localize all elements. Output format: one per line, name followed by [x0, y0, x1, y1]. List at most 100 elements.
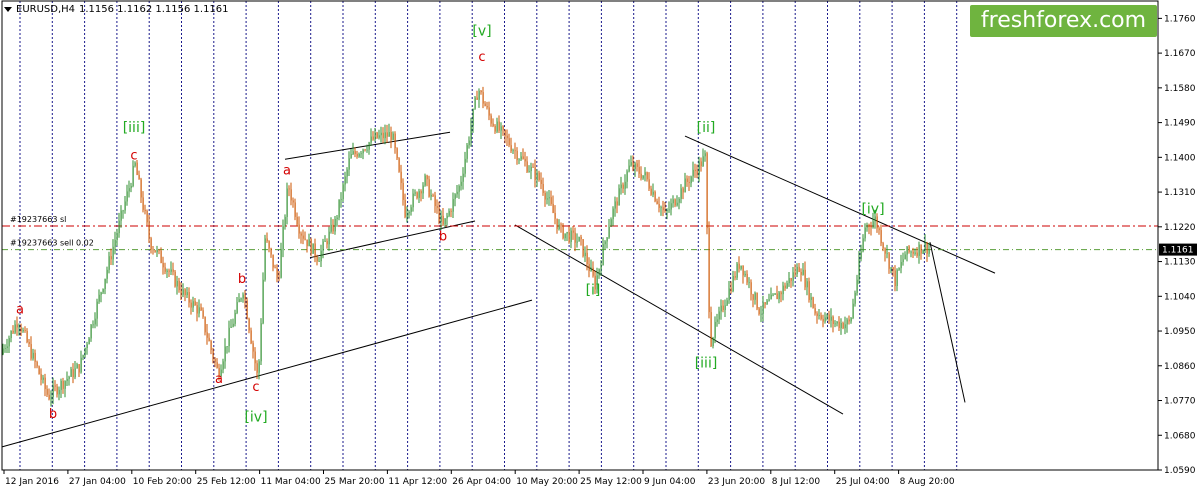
- candle-body: [22, 330, 24, 332]
- candle-body: [630, 162, 632, 166]
- candle-body: [926, 242, 928, 254]
- wave-label-green: [iii]: [695, 356, 718, 372]
- candle-body: [152, 249, 154, 251]
- candle-body: [2, 348, 4, 355]
- candle-body: [58, 389, 60, 395]
- y-tick-label: 1.1490: [1164, 119, 1196, 129]
- candle-body: [116, 233, 118, 240]
- dropdown-triangle-icon[interactable]: [4, 7, 12, 12]
- candle-body: [106, 269, 108, 279]
- candle-body: [480, 90, 482, 93]
- candle-body: [254, 351, 256, 364]
- candle-body: [42, 377, 44, 380]
- candle-body: [388, 132, 390, 137]
- candle-body: [684, 178, 686, 193]
- candle-body: [418, 191, 420, 198]
- candle-body: [118, 220, 120, 234]
- candle-body: [436, 206, 438, 208]
- candle-body: [130, 185, 132, 189]
- candle-body: [706, 153, 708, 229]
- candle-body: [744, 273, 746, 276]
- x-tick-label: 10 Feb 20:00: [133, 477, 192, 487]
- trend-line: [514, 224, 844, 415]
- candle-body: [464, 158, 466, 174]
- candle-body: [176, 280, 178, 287]
- candle-body: [302, 235, 304, 239]
- candle-body: [296, 216, 298, 225]
- candle-body: [80, 357, 82, 373]
- candle-body: [330, 224, 332, 232]
- candle-body: [104, 278, 106, 289]
- candle-body: [702, 156, 704, 167]
- candle-body: [502, 126, 504, 130]
- candle-body: [256, 363, 258, 373]
- candle-body: [16, 324, 18, 328]
- candle-body: [32, 352, 34, 359]
- candle-body: [576, 241, 578, 243]
- candle-body: [786, 283, 788, 289]
- candle-body: [162, 262, 164, 268]
- candle-body: [298, 224, 300, 234]
- candle-body: [646, 172, 648, 180]
- candle-body: [36, 361, 38, 367]
- wave-label-red: a: [215, 372, 223, 387]
- candle-body: [586, 252, 588, 265]
- candle-body: [230, 326, 232, 328]
- candle-body: [902, 259, 904, 263]
- candle-body: [816, 313, 818, 316]
- candle-body: [842, 323, 844, 329]
- candle-body: [428, 179, 430, 197]
- candle-body: [50, 396, 52, 400]
- candle-body: [588, 264, 590, 271]
- candle-body: [862, 238, 864, 252]
- candle-body: [864, 227, 866, 239]
- wave-label-green: [iv]: [244, 410, 267, 426]
- candle-body: [734, 275, 736, 278]
- candle-body: [94, 318, 96, 325]
- candle-body: [810, 297, 812, 300]
- candle-body: [274, 267, 276, 269]
- candle-body: [180, 290, 182, 295]
- candle-body: [84, 348, 86, 356]
- candle-body: [654, 191, 656, 202]
- candle-body: [30, 344, 32, 359]
- candle-body: [540, 179, 542, 185]
- candle-body: [600, 265, 602, 270]
- candle-body: [560, 224, 562, 226]
- candle-body: [458, 185, 460, 192]
- candle-body: [528, 171, 530, 172]
- candle-body: [622, 184, 624, 189]
- candle-body: [8, 338, 10, 347]
- candle-body: [278, 277, 280, 279]
- wave-label-red: c: [130, 148, 137, 163]
- candle-body: [318, 261, 320, 262]
- candle-body: [158, 249, 160, 251]
- candle-body: [492, 123, 494, 126]
- candle-body: [420, 191, 422, 194]
- candle-body: [372, 136, 374, 140]
- candle-body: [558, 224, 560, 229]
- y-tick-label: 1.1040: [1164, 292, 1196, 302]
- candle-body: [370, 136, 372, 143]
- candle-body: [486, 106, 488, 108]
- candle-body: [390, 132, 392, 140]
- candle-body: [598, 269, 600, 276]
- candle-body: [432, 194, 434, 196]
- candle-body: [90, 324, 92, 339]
- candle-body: [822, 318, 824, 322]
- candle-body: [200, 307, 202, 311]
- candle-body: [352, 151, 354, 155]
- candle-body: [276, 268, 278, 278]
- candle-body: [46, 388, 48, 395]
- trend-line: [929, 242, 966, 403]
- candle-body: [128, 188, 130, 192]
- candle-body: [362, 149, 364, 154]
- candle-body: [510, 145, 512, 152]
- candle-body: [620, 184, 622, 189]
- wave-label-green: [iv]: [861, 201, 884, 217]
- candle-body: [894, 270, 896, 287]
- candle-body: [88, 338, 90, 345]
- candle-body: [818, 315, 820, 316]
- candle-body: [850, 317, 852, 322]
- candle-body: [462, 173, 464, 182]
